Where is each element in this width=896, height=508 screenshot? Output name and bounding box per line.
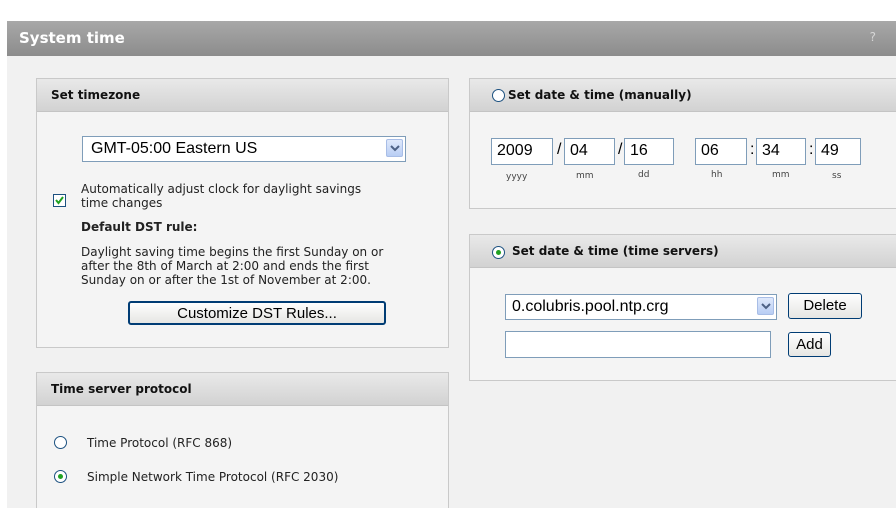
minute-format-label: mm — [772, 170, 790, 180]
year-input[interactable]: 2009 — [491, 138, 553, 165]
minute-value: 34 — [762, 142, 780, 159]
delete-server-button[interactable]: Delete — [788, 293, 862, 319]
new-server-input[interactable] — [505, 331, 771, 358]
add-server-button[interactable]: Add — [788, 332, 831, 357]
time-protocol-label: Time Protocol (RFC 868) — [87, 436, 233, 450]
chevron-down-icon[interactable] — [757, 297, 774, 315]
protocol-panel: Time server protocol Time Protocol (RFC … — [36, 372, 449, 508]
dst-description-line: Daylight saving time begins the first Su… — [81, 245, 384, 259]
year-value: 2009 — [497, 142, 533, 159]
second-format-label: ss — [832, 171, 842, 181]
time-server-select[interactable]: 0.colubris.pool.ntp.crg — [505, 294, 777, 320]
help-icon[interactable]: ? — [870, 30, 876, 44]
hour-value: 06 — [701, 142, 719, 159]
time-separator: : — [750, 141, 755, 158]
dst-heading: Default DST rule: — [81, 220, 198, 234]
sntp-radio[interactable] — [54, 470, 67, 483]
auto-adjust-checkbox[interactable] — [53, 194, 66, 207]
auto-adjust-label-continued: time changes — [81, 196, 163, 210]
time-servers-radio[interactable] — [492, 246, 505, 259]
manual-time-panel-header: Set date & time (manually) — [470, 79, 896, 112]
second-value: 49 — [821, 142, 839, 159]
protocol-panel-header: Time server protocol — [37, 373, 448, 406]
day-input[interactable]: 16 — [624, 138, 674, 165]
time-separator: : — [809, 141, 814, 158]
manual-time-panel-title: Set date & time (manually) — [508, 88, 692, 102]
timezone-panel: Set timezone GMT-05:00 Eastern US Automa… — [36, 78, 449, 348]
protocol-panel-title: Time server protocol — [51, 382, 192, 396]
second-input[interactable]: 49 — [815, 138, 861, 165]
chevron-down-icon[interactable] — [386, 139, 403, 157]
dst-description-line: Sunday on or after the 1st of November a… — [81, 273, 371, 287]
timezone-panel-title: Set timezone — [51, 88, 141, 102]
customize-dst-rules-button[interactable]: Customize DST Rules... — [128, 301, 386, 325]
page-titlebar: System time ? — [7, 21, 896, 56]
time-servers-panel: Set date & time (time servers) 0.colubri… — [469, 234, 896, 381]
manual-time-panel: Set date & time (manually) 2009 / 04 / 1… — [469, 78, 896, 209]
manual-time-radio[interactable] — [492, 89, 505, 102]
timezone-select[interactable]: GMT-05:00 Eastern US — [82, 136, 406, 162]
month-value: 04 — [570, 142, 588, 159]
timezone-panel-header: Set timezone — [37, 79, 448, 112]
dst-description-line: after the 8th of March at 2:00 and ends … — [81, 259, 369, 273]
date-separator: / — [618, 141, 623, 158]
auto-adjust-label: Automatically adjust clock for daylight … — [81, 182, 362, 196]
timezone-selected-value: GMT-05:00 Eastern US — [91, 140, 258, 157]
date-separator: / — [557, 141, 562, 158]
year-format-label: yyyy — [506, 172, 528, 182]
time-server-selected-value: 0.colubris.pool.ntp.crg — [512, 298, 669, 315]
time-servers-panel-header: Set date & time (time servers) — [470, 235, 896, 268]
time-protocol-radio[interactable] — [54, 436, 67, 449]
sntp-label: Simple Network Time Protocol (RFC 2030) — [87, 470, 339, 484]
month-input[interactable]: 04 — [564, 138, 615, 165]
time-servers-panel-title: Set date & time (time servers) — [512, 244, 719, 258]
page-title: System time — [19, 29, 125, 47]
hour-format-label: hh — [711, 170, 723, 180]
minute-input[interactable]: 34 — [756, 138, 806, 165]
day-value: 16 — [630, 142, 648, 159]
month-format-label: mm — [576, 171, 594, 181]
day-format-label: dd — [638, 170, 650, 180]
hour-input[interactable]: 06 — [695, 138, 747, 165]
